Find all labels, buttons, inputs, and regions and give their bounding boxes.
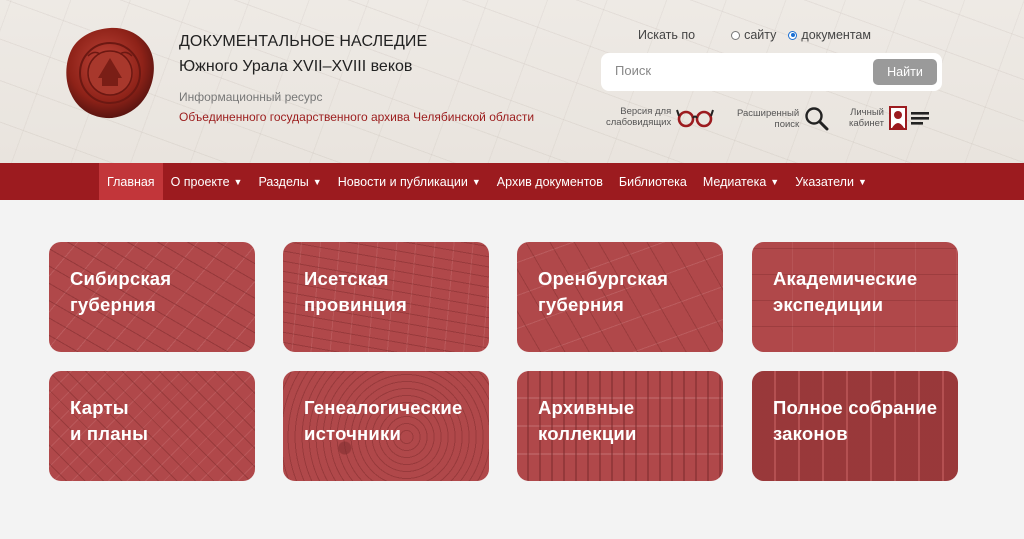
advanced-search-label: Расширенный поиск [737,108,799,130]
radio-site[interactable]: сайту [731,28,776,42]
tile-title-line1: Оренбургская [538,268,669,289]
tile-title-line2: губерния [70,294,156,315]
resource-label: Информационный ресурс [179,90,323,104]
site-header: ДОКУМЕНТАЛЬНОЕ НАСЛЕДИЕ Южного Урала XVI… [0,0,1024,163]
radio-site-label: сайту [744,28,777,42]
nav-item-5[interactable]: Библиотека [611,163,695,200]
accessibility-label-line1: Версия для [620,106,672,117]
search-scope: Искать по сайту документам [638,28,883,42]
nav-item-3[interactable]: Новости и публикации ▼ [330,163,489,200]
tile-title: Генеалогические источники [304,395,462,447]
radio-documents[interactable]: документам [788,28,871,42]
user-profile-icon[interactable] [888,106,931,130]
section-tile-0[interactable]: Сибирская губерния [49,242,255,352]
advanced-search-label-line1: Расширенный [737,108,800,119]
magnifier-icon[interactable] [804,106,830,132]
nav-item-1[interactable]: О проекте ▼ [163,163,251,200]
tile-title-line2: источники [304,423,402,444]
nav-item-label: Разделы [258,174,309,189]
tile-title: Оренбургская губерния [538,266,668,318]
archive-link[interactable]: Объединенного государственного архива Че… [179,110,534,124]
tile-title-line1: Сибирская [70,268,172,289]
search-scope-label: Искать по [638,28,696,42]
accessibility-label-line2: слабовидящих [606,117,672,128]
tile-title-line2: коллекции [538,423,637,444]
tile-title-line2: законов [773,423,848,444]
tile-title: Исетская провинция [304,266,407,318]
tile-title-line2: провинция [304,294,408,315]
nav-item-label: Архив документов [496,174,603,189]
chevron-down-icon: ▼ [770,176,780,187]
advanced-search-label-line2: поиск [774,119,800,130]
nav-item-label: Новости и публикации [337,174,468,189]
site-title: ДОКУМЕНТАЛЬНОЕ НАСЛЕДИЕ [179,33,428,50]
radio-site-dot[interactable] [731,30,741,40]
chevron-down-icon: ▼ [233,176,243,187]
section-tile-2[interactable]: Оренбургская губерния [517,242,723,352]
nav-item-label: Медиатека [702,174,767,189]
tile-title: Архивные коллекции [538,395,637,447]
tile-title-line1: Генеалогические [304,397,463,418]
nav-item-label: Указатели [795,174,854,189]
cabinet-label-line2: кабинет [849,118,884,129]
tile-title-line2: и планы [70,423,149,444]
chevron-down-icon: ▼ [312,176,322,187]
tile-title-line1: Академические [773,268,918,289]
personal-cabinet[interactable]: Личный кабинет [849,106,931,130]
section-tile-6[interactable]: Архивные коллекции [517,371,723,481]
tile-title: Карты и планы [70,395,148,447]
advanced-search[interactable]: Расширенный поиск [737,106,830,132]
wax-seal-logo[interactable] [64,26,156,120]
nav-item-6[interactable]: Медиатека ▼ [695,163,787,200]
tile-title-line1: Полное собрание [773,397,938,418]
glasses-icon[interactable] [676,106,715,128]
site-title-subline: Южного Урала XVII–XVIII веков [179,58,413,75]
nav-item-4[interactable]: Архив документов [489,163,611,200]
tile-title-line1: Исетская [304,268,389,289]
section-tile-4[interactable]: Карты и планы [49,371,255,481]
nav-item-0[interactable]: Главная [99,163,163,200]
search-input[interactable] [615,63,865,78]
tile-title-line2: экспедиции [773,294,884,315]
radio-documents-label: документам [801,28,871,42]
section-tile-5[interactable]: Генеалогические источники [283,371,489,481]
search-box: Найти [601,53,942,91]
chevron-down-icon: ▼ [471,176,481,187]
section-tile-7[interactable]: Полное собрание законов [752,371,958,481]
nav-item-label: Библиотека [618,174,687,189]
accessibility-label: Версия для слабовидящих [606,106,671,128]
cabinet-label-line1: Личный [850,107,884,118]
nav-item-label: Главная [107,174,155,189]
tile-title: Полное собрание законов [773,395,937,447]
nav-item-2[interactable]: Разделы ▼ [250,163,329,200]
chevron-down-icon: ▼ [857,176,867,187]
nav-item-label: О проекте [170,174,230,189]
radio-documents-dot[interactable] [788,30,798,40]
nav-item-7[interactable]: Указатели ▼ [787,163,875,200]
search-button[interactable]: Найти [873,59,937,85]
cabinet-label: Личный кабинет [849,107,884,129]
tile-title-line2: губерния [538,294,624,315]
tile-title: Академические экспедиции [773,266,917,318]
tile-title: Сибирская губерния [70,266,171,318]
main-navigation: Главная О проекте ▼ Разделы ▼ Новости и публи… [0,163,1024,200]
tile-title-line1: Карты [70,397,129,418]
section-tile-1[interactable]: Исетская провинция [283,242,489,352]
tile-title-line1: Архивные [538,397,635,418]
section-tile-3[interactable]: Академические экспедиции [752,242,958,352]
accessibility-version[interactable]: Версия для слабовидящих [606,106,715,128]
